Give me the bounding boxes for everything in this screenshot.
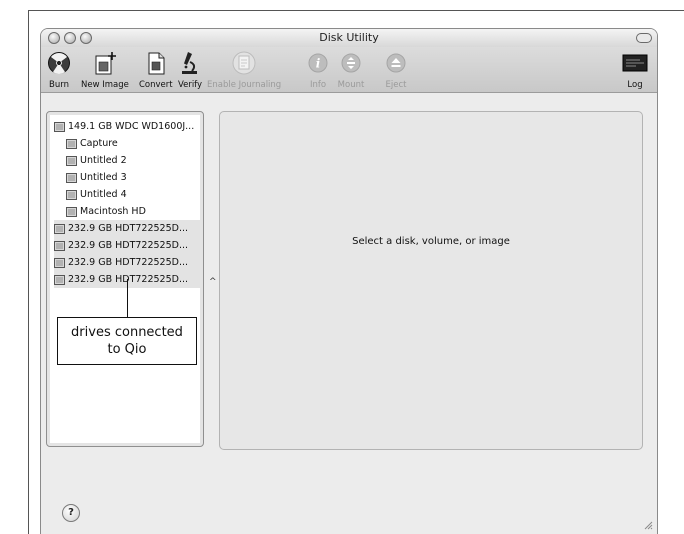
disk-item-label: Untitled 2 xyxy=(80,155,127,166)
hard-drive-icon xyxy=(54,274,65,285)
callout-line-2: to Qio xyxy=(107,342,147,357)
disk-utility-window: Disk Utility Burn New Image Convert Veri… xyxy=(40,28,658,534)
volume-item[interactable]: Untitled 3 xyxy=(54,169,200,186)
info-icon: i xyxy=(304,49,332,77)
burn-label: Burn xyxy=(49,80,69,90)
callout-line-1: drives connected xyxy=(71,325,183,340)
minimize-window-button[interactable] xyxy=(64,32,76,44)
title-bar[interactable]: Disk Utility xyxy=(41,29,657,47)
window-controls xyxy=(48,32,92,44)
hard-drive-icon xyxy=(54,121,65,132)
disk-item-label: 232.9 GB HDT722525D... xyxy=(68,223,189,234)
volume-item[interactable]: Untitled 4 xyxy=(54,186,200,203)
verify-button[interactable]: Verify xyxy=(176,49,204,90)
burn-icon xyxy=(45,49,73,77)
new-image-icon xyxy=(91,49,119,77)
window-title: Disk Utility xyxy=(319,31,379,44)
help-button[interactable]: ? xyxy=(62,504,80,522)
resize-grip-icon[interactable] xyxy=(643,520,653,530)
splitter-handle[interactable]: ^ xyxy=(209,277,217,287)
enable-journaling-label: Enable Journaling xyxy=(207,80,282,90)
convert-icon xyxy=(142,49,170,77)
empty-selection-message: Select a disk, volume, or image xyxy=(352,236,510,247)
eject-label: Eject xyxy=(385,80,407,90)
disk-item-label: Untitled 3 xyxy=(80,172,127,183)
info-label: Info xyxy=(309,80,327,90)
zoom-window-button[interactable] xyxy=(80,32,92,44)
detail-pane: Select a disk, volume, or image xyxy=(219,111,643,450)
volume-icon xyxy=(66,155,77,166)
close-window-button[interactable] xyxy=(48,32,60,44)
disk-item[interactable]: 149.1 GB WDC WD1600J... xyxy=(54,118,200,135)
volume-icon xyxy=(66,189,77,200)
mount-button[interactable]: Mount xyxy=(337,49,365,90)
convert-button[interactable]: Convert xyxy=(139,49,173,90)
new-image-label: New Image xyxy=(81,80,129,90)
new-image-button[interactable]: New Image xyxy=(81,49,129,90)
eject-button[interactable]: Eject xyxy=(382,49,410,90)
disk-item-label: Capture xyxy=(80,138,118,149)
hard-drive-icon xyxy=(54,240,65,251)
page-frame-top xyxy=(28,10,684,11)
enable-journaling-button[interactable]: Enable Journaling xyxy=(207,49,281,90)
callout-pointer xyxy=(127,279,128,319)
microscope-icon xyxy=(176,49,204,77)
log-button[interactable]: Log xyxy=(621,49,649,90)
disk-list-pane[interactable]: 149.1 GB WDC WD1600J... Capture Untitled 2… xyxy=(46,111,204,447)
mount-label: Mount xyxy=(337,80,365,90)
convert-label: Convert xyxy=(139,80,173,90)
burn-button[interactable]: Burn xyxy=(45,49,73,90)
toolbar: Burn New Image Convert Verify Enable Jou… xyxy=(41,47,657,93)
journal-icon xyxy=(230,49,258,77)
volume-item[interactable]: Untitled 2 xyxy=(54,152,200,169)
help-icon: ? xyxy=(68,507,74,518)
hard-drive-icon xyxy=(54,257,65,268)
disk-item[interactable]: 232.9 GB HDT722525D... xyxy=(54,237,200,254)
log-icon xyxy=(621,49,649,77)
disk-item[interactable]: 232.9 GB HDT722525D... xyxy=(54,220,200,237)
page-frame-left xyxy=(28,10,29,534)
log-label: Log xyxy=(627,80,643,90)
info-button[interactable]: i Info xyxy=(304,49,332,90)
disk-item-label: Untitled 4 xyxy=(80,189,127,200)
toolbar-toggle-button[interactable] xyxy=(636,33,652,43)
volume-icon xyxy=(66,206,77,217)
eject-icon xyxy=(382,49,410,77)
verify-label: Verify xyxy=(177,80,203,90)
volume-item[interactable]: Macintosh HD xyxy=(54,203,200,220)
disk-item-label: 232.9 GB HDT722525D... xyxy=(68,257,189,268)
disk-item-label: Macintosh HD xyxy=(80,206,146,217)
svg-text:i: i xyxy=(316,57,321,71)
disk-list: 149.1 GB WDC WD1600J... Capture Untitled 2… xyxy=(54,118,200,288)
volume-icon xyxy=(66,172,77,183)
volume-item[interactable]: Capture xyxy=(54,135,200,152)
disk-item-label: 149.1 GB WDC WD1600J... xyxy=(68,121,195,132)
disk-item-label: 232.9 GB HDT722525D... xyxy=(68,274,189,285)
disk-item-label: 232.9 GB HDT722525D... xyxy=(68,240,189,251)
disk-item[interactable]: 232.9 GB HDT722525D... xyxy=(54,254,200,271)
volume-icon xyxy=(66,138,77,149)
annotation-callout: drives connected to Qio xyxy=(57,317,197,365)
hard-drive-icon xyxy=(54,223,65,234)
mount-icon xyxy=(337,49,365,77)
